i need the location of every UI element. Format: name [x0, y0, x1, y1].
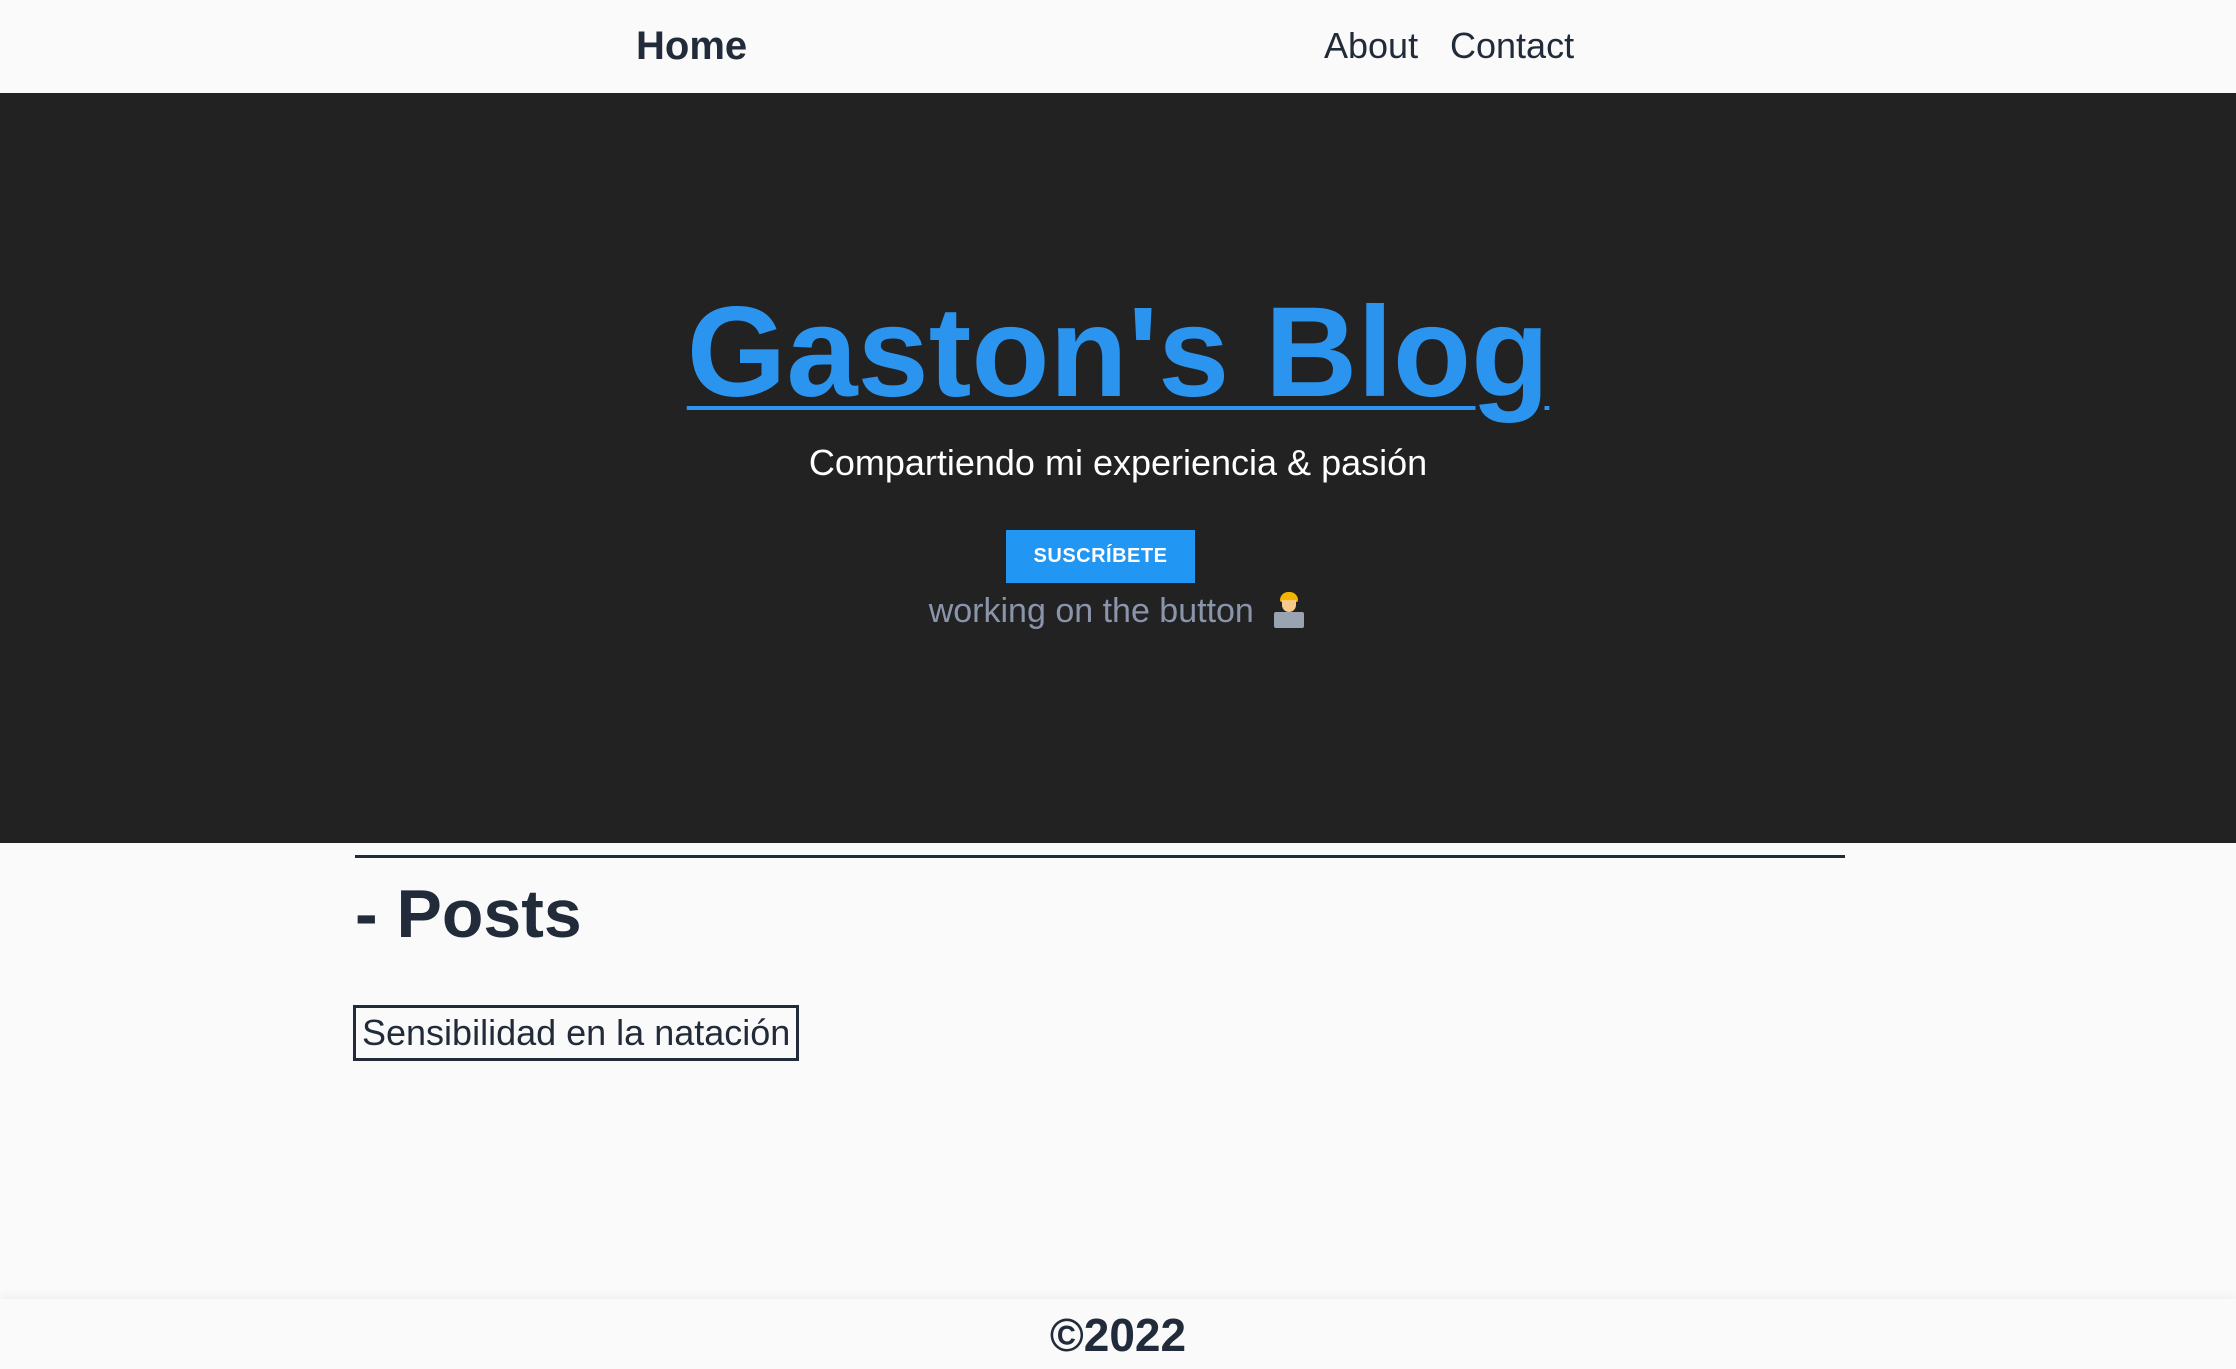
button-status-text: working on the button	[928, 592, 1254, 630]
nav-contact-link[interactable]: Contact	[1450, 20, 1574, 72]
footer: ©2022	[0, 1299, 2236, 1369]
nav-about-link[interactable]: About	[1324, 20, 1418, 72]
technologist-icon	[1271, 592, 1307, 628]
blog-subtitle: Compartiendo mi experiencia & pasión	[808, 442, 1428, 483]
nav-home-link[interactable]: Home	[636, 20, 747, 72]
posts-heading: - Posts	[355, 876, 582, 952]
post-link[interactable]: Sensibilidad en la natación	[353, 1005, 800, 1061]
hero-section: Gaston's Blog Compartiendo mi experienci…	[0, 93, 2236, 843]
copyright-text: ©2022	[1049, 1309, 1187, 1361]
blog-title: Gaston's Blog	[0, 283, 2236, 455]
button-status-note: working on the button	[0, 588, 2236, 634]
page: Home About Contact Gaston's Blog Compart…	[0, 0, 2236, 1369]
subscribe-button[interactable]: SUSCRÍBETE	[1006, 530, 1195, 583]
blog-title-link[interactable]: Gaston's Blog	[687, 281, 1550, 424]
top-navbar: Home About Contact	[0, 0, 2236, 93]
section-divider	[355, 855, 1845, 858]
